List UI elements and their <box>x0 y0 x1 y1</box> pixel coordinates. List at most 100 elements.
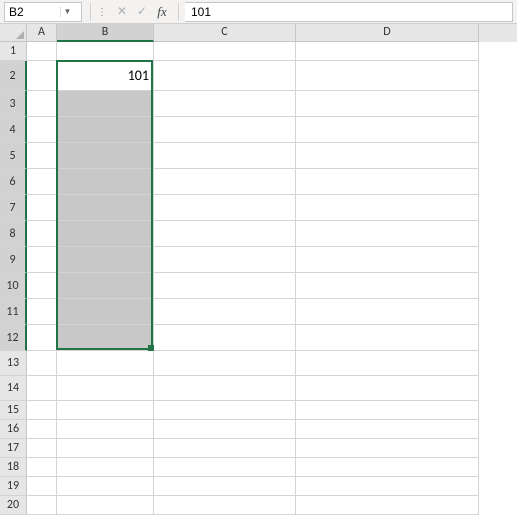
expand-dots-icon[interactable]: ⋮ <box>97 5 112 18</box>
row-header-11[interactable]: 11 <box>0 299 27 325</box>
cell-D9[interactable] <box>296 247 479 273</box>
cell-D2[interactable] <box>296 61 479 91</box>
cell-A7[interactable] <box>27 195 57 221</box>
cell-C8[interactable] <box>154 221 296 247</box>
cell-B3[interactable] <box>57 91 154 117</box>
row-header-20[interactable]: 20 <box>0 496 27 515</box>
cell-D11[interactable] <box>296 299 479 325</box>
cell-D3[interactable] <box>296 91 479 117</box>
cell-D15[interactable] <box>296 401 479 420</box>
cell-C14[interactable] <box>154 376 296 401</box>
row-header-18[interactable]: 18 <box>0 458 27 477</box>
column-header-B[interactable]: B <box>57 24 154 42</box>
cell-D7[interactable] <box>296 195 479 221</box>
cell-C6[interactable] <box>154 169 296 195</box>
column-header-A[interactable]: A <box>27 24 57 42</box>
row-header-12[interactable]: 12 <box>0 325 27 351</box>
cell-B5[interactable] <box>57 143 154 169</box>
column-header-C[interactable]: C <box>154 24 296 42</box>
cell-D17[interactable] <box>296 439 479 458</box>
row-header-8[interactable]: 8 <box>0 221 27 247</box>
cell-B7[interactable] <box>57 195 154 221</box>
cell-B10[interactable] <box>57 273 154 299</box>
cell-D5[interactable] <box>296 143 479 169</box>
cell-C2[interactable] <box>154 61 296 91</box>
cancel-icon[interactable]: ✕ <box>112 4 132 19</box>
cell-D12[interactable] <box>296 325 479 351</box>
cell-B6[interactable] <box>57 169 154 195</box>
cell-A10[interactable] <box>27 273 57 299</box>
cell-A17[interactable] <box>27 439 57 458</box>
cell-D16[interactable] <box>296 420 479 439</box>
cell-B8[interactable] <box>57 221 154 247</box>
row-header-13[interactable]: 13 <box>0 351 27 376</box>
cell-A13[interactable] <box>27 351 57 376</box>
cell-D13[interactable] <box>296 351 479 376</box>
cell-C19[interactable] <box>154 477 296 496</box>
cell-A9[interactable] <box>27 247 57 273</box>
cell-D14[interactable] <box>296 376 479 401</box>
row-header-16[interactable]: 16 <box>0 420 27 439</box>
row-header-7[interactable]: 7 <box>0 195 27 221</box>
cell-D4[interactable] <box>296 117 479 143</box>
cell-C20[interactable] <box>154 496 296 515</box>
cell-C15[interactable] <box>154 401 296 420</box>
cell-A2[interactable] <box>27 61 57 91</box>
cell-A8[interactable] <box>27 221 57 247</box>
cell-B15[interactable] <box>57 401 154 420</box>
name-box-dropdown-icon[interactable]: ▼ <box>60 7 74 17</box>
row-header-5[interactable]: 5 <box>0 143 27 169</box>
cell-D10[interactable] <box>296 273 479 299</box>
cell-A11[interactable] <box>27 299 57 325</box>
cell-D19[interactable] <box>296 477 479 496</box>
select-all-corner[interactable] <box>0 24 27 42</box>
cell-C17[interactable] <box>154 439 296 458</box>
row-header-1[interactable]: 1 <box>0 42 27 61</box>
cell-D18[interactable] <box>296 458 479 477</box>
cell-A3[interactable] <box>27 91 57 117</box>
cell-D20[interactable] <box>296 496 479 515</box>
cell-B14[interactable] <box>57 376 154 401</box>
cell-C3[interactable] <box>154 91 296 117</box>
row-header-10[interactable]: 10 <box>0 273 27 299</box>
cell-A1[interactable] <box>27 42 57 61</box>
row-header-3[interactable]: 3 <box>0 91 27 117</box>
cell-A20[interactable] <box>27 496 57 515</box>
cell-C1[interactable] <box>154 42 296 61</box>
cell-A12[interactable] <box>27 325 57 351</box>
column-header-D[interactable]: D <box>296 24 479 42</box>
enter-icon[interactable]: ✓ <box>132 4 152 19</box>
row-header-15[interactable]: 15 <box>0 401 27 420</box>
cell-C13[interactable] <box>154 351 296 376</box>
row-header-2[interactable]: 2 <box>0 61 27 91</box>
cells-area[interactable]: 101 <box>27 42 517 515</box>
cell-C18[interactable] <box>154 458 296 477</box>
cell-C9[interactable] <box>154 247 296 273</box>
cell-B13[interactable] <box>57 351 154 376</box>
cell-B16[interactable] <box>57 420 154 439</box>
row-header-14[interactable]: 14 <box>0 376 27 401</box>
cell-C7[interactable] <box>154 195 296 221</box>
cell-C10[interactable] <box>154 273 296 299</box>
cell-B19[interactable] <box>57 477 154 496</box>
cell-B4[interactable] <box>57 117 154 143</box>
cell-A6[interactable] <box>27 169 57 195</box>
cell-A5[interactable] <box>27 143 57 169</box>
cell-A15[interactable] <box>27 401 57 420</box>
cell-B20[interactable] <box>57 496 154 515</box>
cell-D1[interactable] <box>296 42 479 61</box>
cell-B11[interactable] <box>57 299 154 325</box>
cell-B12[interactable] <box>57 325 154 351</box>
cell-C5[interactable] <box>154 143 296 169</box>
name-box-input[interactable] <box>5 5 60 19</box>
row-header-4[interactable]: 4 <box>0 117 27 143</box>
cell-D6[interactable] <box>296 169 479 195</box>
row-header-9[interactable]: 9 <box>0 247 27 273</box>
cell-A4[interactable] <box>27 117 57 143</box>
cell-A14[interactable] <box>27 376 57 401</box>
cell-C4[interactable] <box>154 117 296 143</box>
cell-B9[interactable] <box>57 247 154 273</box>
row-header-6[interactable]: 6 <box>0 169 27 195</box>
formula-input[interactable] <box>185 2 513 22</box>
name-box[interactable]: ▼ <box>4 2 82 22</box>
